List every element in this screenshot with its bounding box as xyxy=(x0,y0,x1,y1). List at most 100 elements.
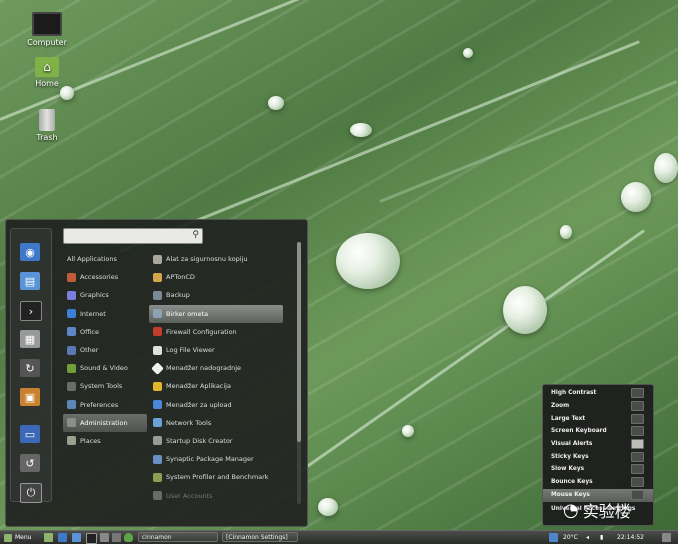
backup-icon xyxy=(153,290,162,300)
toggle-switch[interactable] xyxy=(631,401,644,412)
app-item[interactable]: APTonCD xyxy=(149,268,283,286)
app-label: System Profiler and Benchmark xyxy=(166,473,269,482)
user-accounts-icon xyxy=(153,491,162,501)
settings-icon[interactable] xyxy=(100,533,109,542)
menu-scrollbar[interactable] xyxy=(297,242,301,504)
toggle-switch[interactable] xyxy=(631,464,644,475)
category-office[interactable]: Office xyxy=(63,323,147,341)
app-label: Birker ometa xyxy=(166,309,209,318)
app-item[interactable]: Backup xyxy=(149,286,283,304)
show-desktop-icon[interactable] xyxy=(44,533,53,542)
app-item[interactable]: Log File Viewer xyxy=(149,341,283,359)
browser-icon[interactable]: ◉ xyxy=(20,243,40,261)
toggle-switch[interactable] xyxy=(631,388,644,399)
document-icon[interactable] xyxy=(72,533,81,542)
app-item[interactable]: System Profiler and Benchmark xyxy=(149,468,283,486)
network-icon[interactable]: ▮ xyxy=(600,532,603,543)
workspace-switcher-icon[interactable] xyxy=(112,533,121,542)
toggle-switch[interactable] xyxy=(631,426,644,437)
a11y-item-sticky-keys[interactable]: Sticky Keys xyxy=(543,451,653,464)
app-label: Menadžer nadogradnje xyxy=(166,364,242,373)
app-label: Backup xyxy=(166,291,190,300)
weather-applet[interactable]: 20°C xyxy=(563,532,578,543)
app-item[interactable]: Menadžer Aplikacija xyxy=(149,377,283,395)
category-label: Places xyxy=(80,436,101,445)
administration-icon xyxy=(67,418,76,428)
task-label: cinnamon xyxy=(142,533,172,541)
terminal-icon[interactable]: › xyxy=(20,301,42,321)
category-sound-video[interactable]: Sound & Video xyxy=(63,359,147,377)
desktop-icon-label: Computer xyxy=(27,38,67,47)
a11y-item-zoom[interactable]: Zoom xyxy=(543,400,653,413)
desktop-icon-trash[interactable]: Trash xyxy=(21,109,73,142)
water-drop xyxy=(350,123,372,137)
toggle-switch[interactable] xyxy=(631,477,644,488)
a11y-item-high-contrast[interactable]: High Contrast xyxy=(543,387,653,400)
app-item[interactable]: Menadžer nadogradnje xyxy=(149,359,283,377)
browser-icon[interactable] xyxy=(58,533,67,542)
display-icon[interactable]: ▭ xyxy=(20,425,40,443)
category-administration[interactable]: Administration xyxy=(63,413,147,432)
toggle-switch[interactable] xyxy=(631,452,644,463)
volume-icon[interactable]: ◂ xyxy=(586,532,589,543)
clock[interactable]: 22:14:52 xyxy=(617,532,644,543)
startup-disk-icon xyxy=(153,436,162,446)
app-item[interactable]: Alat za sigurnosnu kopiju xyxy=(149,250,283,268)
category-preferences[interactable]: Preferences xyxy=(63,396,147,414)
wechat-icon: ◔ xyxy=(563,499,579,521)
a11y-item-slow-keys[interactable]: Slow Keys xyxy=(543,463,653,476)
accessibility-icon[interactable] xyxy=(549,533,558,542)
package-icon[interactable]: ▣ xyxy=(20,388,40,406)
user-icon[interactable] xyxy=(662,533,671,542)
application-list: Alat za sigurnosnu kopiju APTonCD Backup… xyxy=(149,250,283,505)
app-label: User Accounts xyxy=(166,491,213,500)
logout-icon[interactable]: ↺ xyxy=(20,454,40,472)
category-internet[interactable]: Internet xyxy=(63,305,147,323)
taskbar-item-cinnamon-settings[interactable]: [Cinnamon Settings] xyxy=(222,532,298,542)
software-manager-icon[interactable]: ↻ xyxy=(20,359,40,377)
app-item[interactable]: User Accounts xyxy=(149,486,283,504)
favorites-bar: ◉ ▤ › ▦ ↻ ▣ ▭ ↺ ⏻ xyxy=(10,228,52,503)
clock-time: 22:14:52 xyxy=(617,534,644,541)
trash-icon xyxy=(39,109,55,131)
a11y-label: Visual Alerts xyxy=(551,441,593,448)
a11y-item-bounce-keys[interactable]: Bounce Keys xyxy=(543,476,653,489)
category-other[interactable]: Other xyxy=(63,341,147,359)
a11y-item-large-text[interactable]: Large Text xyxy=(543,413,653,426)
toggle-switch[interactable] xyxy=(631,490,644,501)
app-item[interactable]: Menadžer za upload xyxy=(149,396,283,414)
app-item[interactable]: Synaptic Package Manager xyxy=(149,450,283,468)
app-label: Log File Viewer xyxy=(166,346,215,355)
toggle-switch[interactable] xyxy=(631,439,644,450)
app-item[interactable]: Birker ometa xyxy=(149,304,283,323)
toggle-switch[interactable] xyxy=(631,414,644,425)
a11y-item-screen-keyboard[interactable]: Screen Keyboard xyxy=(543,425,653,438)
category-accessories[interactable]: Accessories xyxy=(63,268,147,286)
a11y-label: Screen Keyboard xyxy=(551,428,607,435)
app-label: Menadžer za upload xyxy=(166,400,232,409)
app-item[interactable]: Firewall Configuration xyxy=(149,323,283,341)
shield-icon[interactable] xyxy=(124,533,133,542)
scrollbar-thumb[interactable] xyxy=(297,242,301,442)
water-drop xyxy=(402,425,414,437)
a11y-item-visual-alerts[interactable]: Visual Alerts xyxy=(543,438,653,451)
settings-icon[interactable]: ▦ xyxy=(20,330,40,348)
document-icon[interactable]: ▤ xyxy=(20,272,40,290)
category-places[interactable]: Places xyxy=(63,432,147,450)
search-input[interactable]: ⚲ xyxy=(63,228,203,244)
home-folder-icon: ⌂ xyxy=(35,57,59,77)
category-graphics[interactable]: Graphics xyxy=(63,286,147,304)
taskbar-item-cinnamon[interactable]: cinnamon xyxy=(138,532,218,542)
app-item[interactable]: Startup Disk Creator xyxy=(149,432,283,450)
app-item[interactable]: Network Tools xyxy=(149,414,283,432)
screensaver-icon xyxy=(153,309,162,319)
category-list: All Applications Accessories Graphics In… xyxy=(63,250,147,450)
menu-button[interactable]: Menu xyxy=(4,532,31,543)
category-label: System Tools xyxy=(80,382,123,391)
category-system-tools[interactable]: System Tools xyxy=(63,377,147,395)
desktop-icon-computer[interactable]: Computer xyxy=(21,12,73,47)
desktop-icon-home[interactable]: ⌂ Home xyxy=(21,57,73,88)
category-all-applications[interactable]: All Applications xyxy=(63,250,147,268)
power-icon[interactable]: ⏻ xyxy=(20,483,42,503)
terminal-icon[interactable] xyxy=(86,533,97,544)
